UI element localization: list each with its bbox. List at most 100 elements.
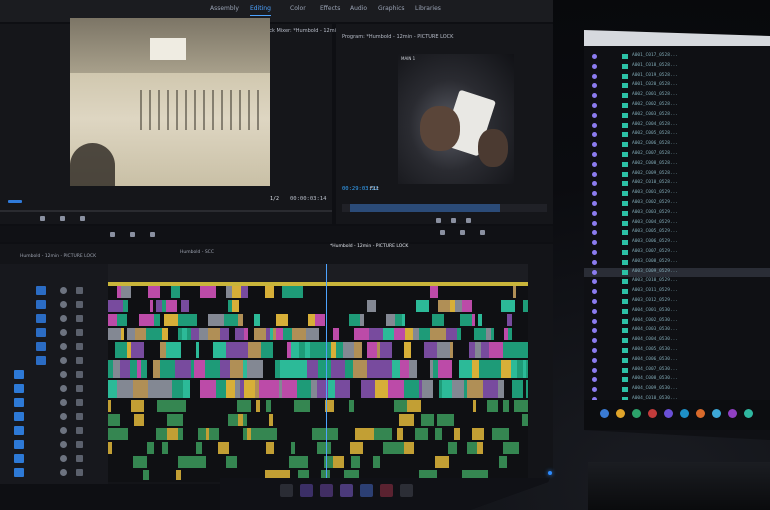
- track-toggle[interactable]: [14, 398, 24, 407]
- source-scrub-bar[interactable]: [0, 210, 332, 212]
- audio-clip[interactable]: [192, 456, 207, 468]
- video-clip[interactable]: [318, 360, 332, 378]
- video-clip[interactable]: [430, 328, 447, 340]
- audio-clip[interactable]: [162, 442, 169, 454]
- video-clip[interactable]: [276, 314, 289, 326]
- extract-icon[interactable]: [130, 232, 135, 237]
- video-clip[interactable]: [248, 342, 262, 358]
- video-clip[interactable]: [166, 300, 178, 312]
- video-clip[interactable]: [173, 342, 182, 358]
- clip-list-row[interactable]: A004_C007_0530...: [584, 366, 770, 375]
- audio-clip[interactable]: [477, 442, 484, 454]
- video-clip[interactable]: [437, 342, 451, 358]
- video-clip[interactable]: [315, 314, 326, 326]
- video-clip[interactable]: [422, 380, 434, 398]
- track-eye-icon[interactable]: [76, 469, 83, 476]
- video-clip[interactable]: [369, 328, 384, 340]
- video-clip[interactable]: [230, 360, 244, 378]
- video-clip[interactable]: [148, 286, 161, 298]
- video-clip[interactable]: [244, 328, 249, 340]
- video-clip[interactable]: [196, 342, 200, 358]
- secondary-taskbar-icon-10[interactable]: [744, 409, 753, 418]
- track-lock-icon[interactable]: [60, 441, 67, 448]
- audio-clip[interactable]: [373, 456, 381, 468]
- track-lock-icon[interactable]: [60, 413, 67, 420]
- audio-clip[interactable]: [437, 414, 451, 426]
- video-clip[interactable]: [489, 342, 504, 358]
- track-lock-icon[interactable]: [60, 385, 67, 392]
- secondary-taskbar-icon-2[interactable]: [616, 409, 625, 418]
- clip-list-row[interactable]: A002_C006_0528...: [584, 140, 770, 149]
- clip-list-row[interactable]: A004_C009_0530...: [584, 385, 770, 394]
- video-clip[interactable]: [507, 314, 513, 326]
- track-toggle[interactable]: [36, 328, 46, 337]
- playhead[interactable]: [326, 264, 328, 482]
- audio-clip[interactable]: [503, 400, 510, 412]
- audio-clip[interactable]: [134, 414, 145, 426]
- secondary-taskbar-icon-1[interactable]: [600, 409, 609, 418]
- track-lock-icon[interactable]: [60, 329, 67, 336]
- audio-clip[interactable]: [355, 428, 370, 440]
- video-clip[interactable]: [354, 342, 363, 358]
- clip-list-row[interactable]: A002_C008_0528...: [584, 160, 770, 169]
- video-clip[interactable]: [353, 360, 368, 378]
- insert-icon[interactable]: [440, 230, 445, 235]
- track-lock-icon[interactable]: [60, 399, 67, 406]
- video-clip[interactable]: [526, 360, 529, 378]
- video-clip[interactable]: [141, 360, 148, 378]
- clip-list-row[interactable]: A001_C020_0528...: [584, 81, 770, 90]
- audio-clip[interactable]: [243, 414, 248, 426]
- secondary-taskbar-icon-7[interactable]: [696, 409, 705, 418]
- audio-clip[interactable]: [173, 400, 187, 412]
- clip-list-row[interactable]: A003_C001_0529...: [584, 189, 770, 198]
- lift-icon[interactable]: [110, 232, 115, 237]
- video-clip[interactable]: [200, 286, 217, 298]
- time-ruler[interactable]: [108, 264, 528, 282]
- audio-clip[interactable]: [147, 442, 155, 454]
- video-clip[interactable]: [526, 342, 529, 358]
- clip-list-row[interactable]: A004_C004_0530...: [584, 336, 770, 345]
- video-clip[interactable]: [508, 328, 513, 340]
- track-toggle[interactable]: [36, 300, 46, 309]
- video-clip[interactable]: [254, 314, 261, 326]
- source-prev-icon[interactable]: [40, 216, 45, 221]
- video-clip[interactable]: [335, 380, 351, 398]
- video-clip[interactable]: [380, 342, 393, 358]
- track-eye-icon[interactable]: [76, 357, 83, 364]
- track-toggle[interactable]: [14, 454, 24, 463]
- audio-clip[interactable]: [266, 400, 272, 412]
- video-clip[interactable]: [472, 314, 476, 326]
- audio-clip[interactable]: [500, 428, 510, 440]
- video-clip[interactable]: [263, 380, 280, 398]
- audio-clip[interactable]: [140, 456, 148, 468]
- program-next-icon[interactable]: [466, 218, 471, 223]
- audio-clip[interactable]: [291, 442, 296, 454]
- timeline-tab-0[interactable]: Humbold - 12min - PICTURE LOCK: [20, 254, 96, 259]
- clip-list-row[interactable]: A004_C001_0530...: [584, 307, 770, 316]
- video-clip[interactable]: [491, 328, 495, 340]
- track-toggle[interactable]: [14, 384, 24, 393]
- timeline-tab-2[interactable]: *Humbold - 12min - PICTURE LOCK: [330, 244, 408, 249]
- source-play-icon[interactable]: [60, 216, 65, 221]
- video-clip[interactable]: [478, 314, 483, 326]
- audio-clip[interactable]: [237, 400, 252, 412]
- video-clip[interactable]: [438, 360, 453, 378]
- track-toggle[interactable]: [36, 356, 46, 365]
- video-clip[interactable]: [462, 300, 473, 312]
- video-clip[interactable]: [183, 380, 191, 398]
- video-clip[interactable]: [526, 380, 529, 398]
- secondary-taskbar-icon-9[interactable]: [728, 409, 737, 418]
- video-clip[interactable]: [200, 380, 217, 398]
- audio-clip[interactable]: [143, 470, 150, 480]
- secondary-taskbar-icon-4[interactable]: [648, 409, 657, 418]
- clip-list-row[interactable]: A002_C009_0528...: [584, 170, 770, 179]
- secondary-taskbar-icon-5[interactable]: [664, 409, 673, 418]
- track-eye-icon[interactable]: [76, 385, 83, 392]
- video-clip[interactable]: [294, 286, 304, 298]
- track-eye-icon[interactable]: [76, 343, 83, 350]
- audio-clip[interactable]: [256, 400, 261, 412]
- source-next-icon[interactable]: [80, 216, 85, 221]
- audio-clip[interactable]: [522, 414, 529, 426]
- track-toggle[interactable]: [14, 426, 24, 435]
- audio-clip[interactable]: [399, 414, 415, 426]
